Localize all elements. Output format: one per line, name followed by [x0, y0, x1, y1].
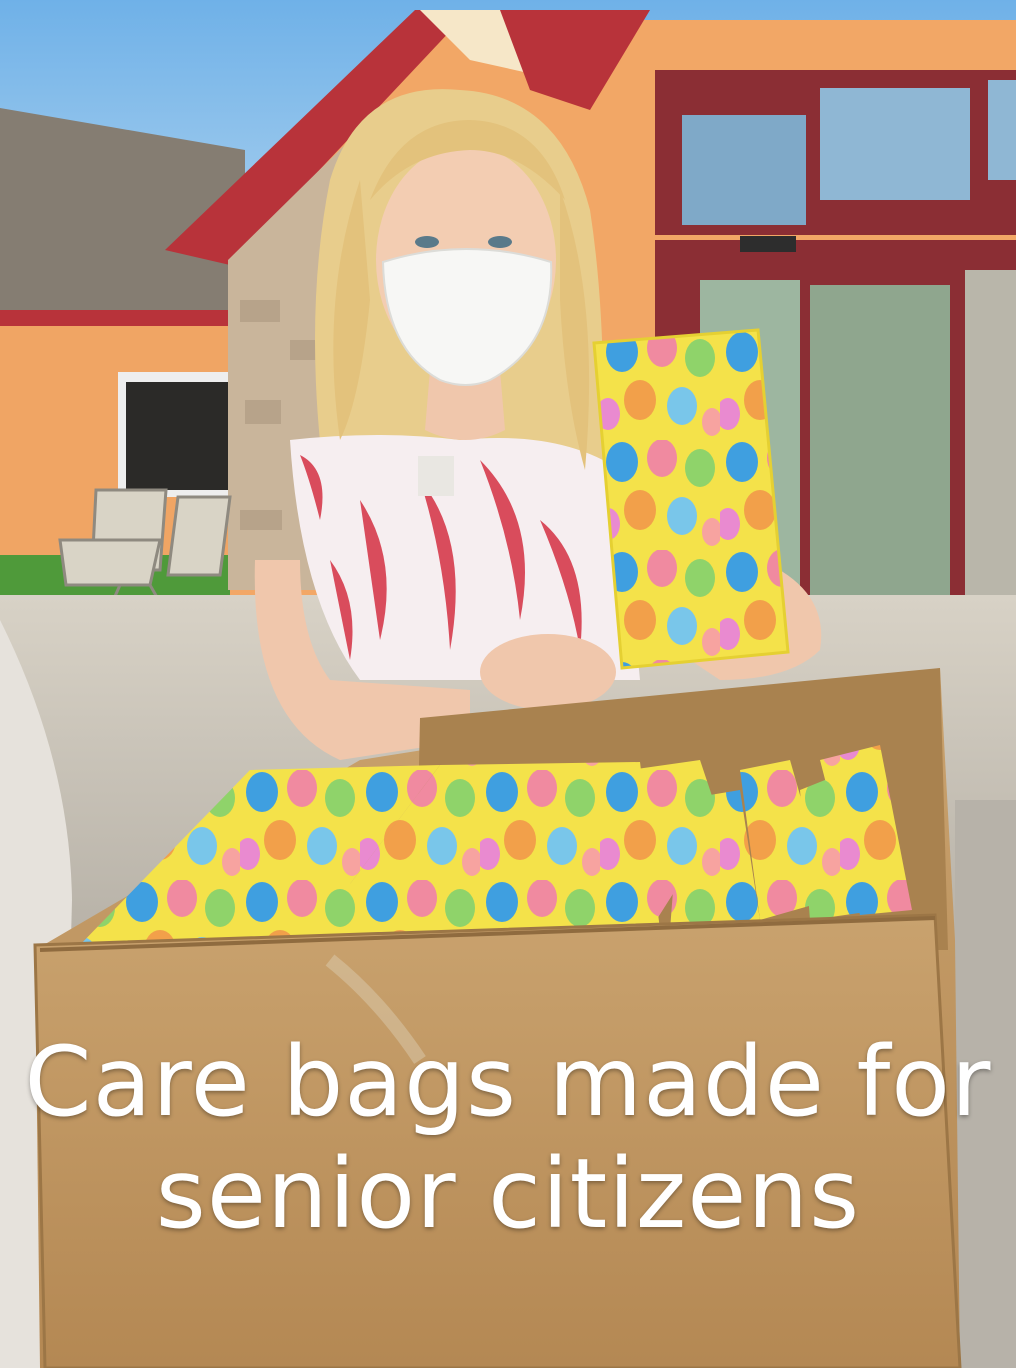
- photo-caption: Care bags made for senior citizens: [0, 1026, 1016, 1250]
- photo-scene: Care bags made for senior citizens: [0, 0, 1016, 1368]
- caption-line-1: Care bags made for: [24, 1026, 992, 1138]
- caption-line-2: senior citizens: [155, 1138, 861, 1250]
- door-light: [740, 236, 796, 252]
- left-building: [0, 108, 245, 555]
- held-gift-bag: [592, 328, 790, 670]
